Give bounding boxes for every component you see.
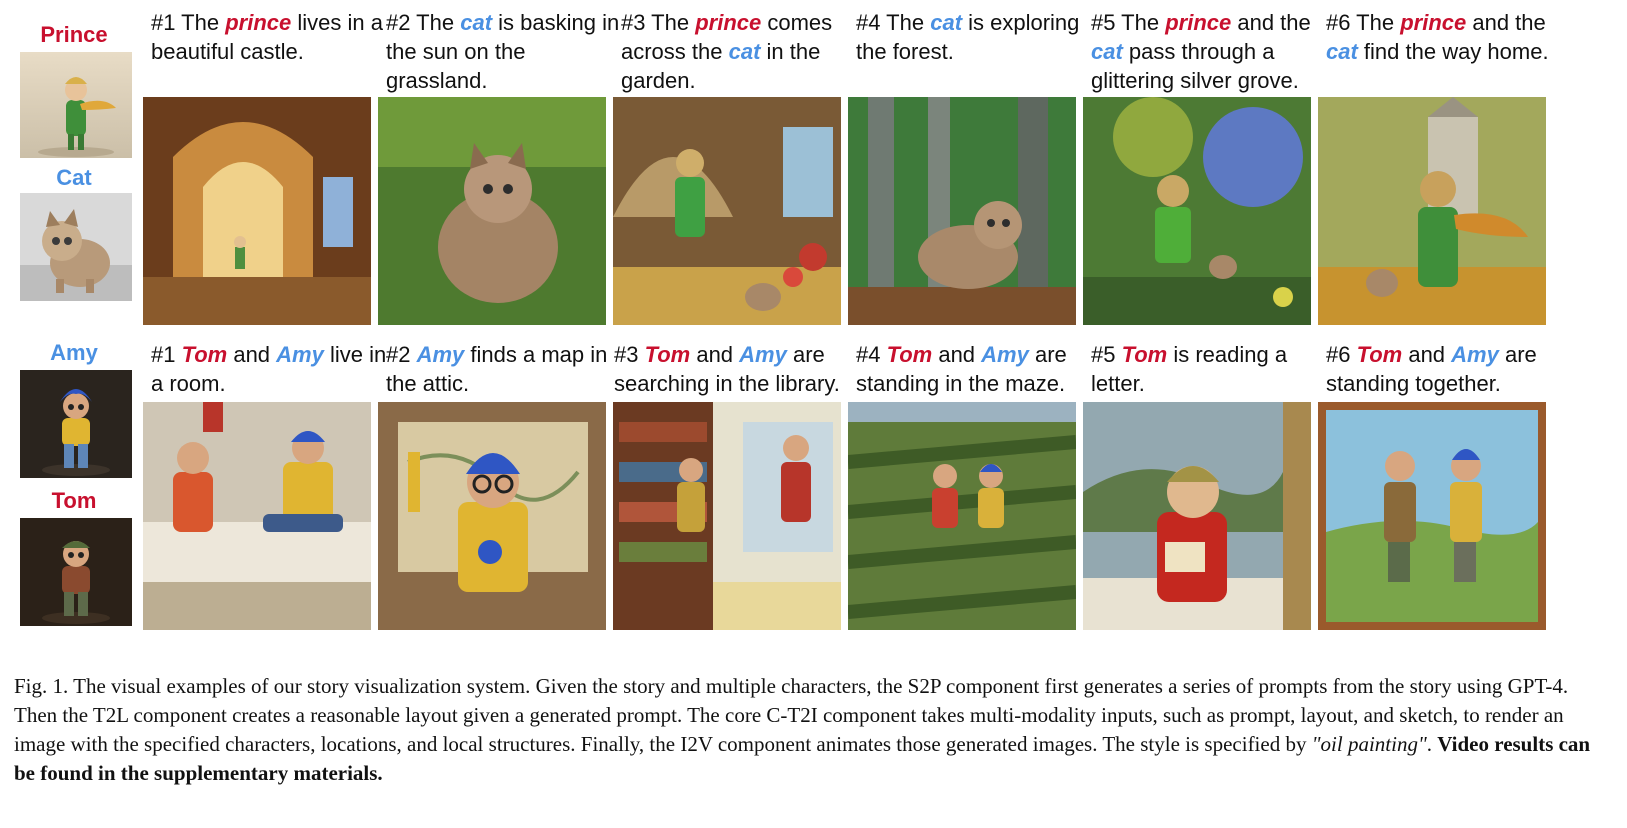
caption-text: find the way home. — [1357, 39, 1549, 64]
character-thumbnail-cat — [20, 193, 132, 301]
caption-text: #4 — [856, 342, 887, 367]
caption-highlight-word: Amy — [416, 342, 465, 367]
story-panel-image — [143, 97, 371, 325]
story-panel-image — [143, 402, 371, 630]
caption-highlight-word: Tom — [1121, 342, 1168, 367]
character-label-tom: Tom — [51, 488, 97, 513]
story-panel-image — [613, 97, 841, 325]
figure-caption-period: . — [1426, 732, 1438, 756]
caption-text: and — [227, 342, 277, 367]
story-panel-image — [848, 402, 1076, 630]
panel-caption: #5 The prince and the cat pass through a… — [1091, 8, 1327, 95]
caption-text: pass through a glittering silver grove. — [1091, 39, 1299, 93]
caption-highlight-word: Amy — [739, 342, 787, 367]
caption-text: #5 The — [1091, 10, 1166, 35]
story-panel-image — [1318, 97, 1546, 325]
caption-highlight-word: prince — [1400, 10, 1467, 35]
story-panel-image — [613, 402, 841, 630]
caption-text: #1 The — [151, 10, 226, 35]
story-panel-image — [1083, 97, 1311, 325]
caption-text: #3 The — [621, 10, 696, 35]
caption-text: #4 The — [856, 10, 931, 35]
caption-highlight-word: cat — [460, 10, 493, 35]
panel-caption: #4 Tom and Amy are standing in the maze. — [856, 340, 1092, 398]
caption-highlight-word: cat — [1326, 39, 1358, 64]
panel-caption: #2 Amy finds a map in the attic. — [386, 340, 622, 398]
caption-text: #6 The — [1326, 10, 1401, 35]
story-panel-image — [378, 97, 606, 325]
caption-text: #3 — [614, 342, 645, 367]
caption-text: and the — [1231, 10, 1317, 35]
caption-highlight-word: Tom — [644, 342, 691, 367]
caption-text: #2 — [386, 342, 417, 367]
panel-caption: #5 Tom is reading a letter. — [1091, 340, 1327, 398]
caption-highlight-word: Tom — [1356, 342, 1403, 367]
caption-highlight-word: cat — [1091, 39, 1123, 64]
panel-caption: #6 Tom and Amy are standing together. — [1326, 340, 1562, 398]
figure-caption: Fig. 1. The visual examples of our story… — [14, 672, 1614, 788]
panel-caption: #1 The prince lives in a beautiful castl… — [151, 8, 387, 66]
caption-highlight-word: cat — [930, 10, 963, 35]
character-label-cat: Cat — [56, 165, 92, 190]
caption-highlight-word: Amy — [981, 342, 1029, 367]
caption-text: and — [690, 342, 740, 367]
caption-text: #2 The — [386, 10, 461, 35]
caption-text: and the — [1466, 10, 1552, 35]
caption-text: #1 — [151, 342, 182, 367]
caption-highlight-word: prince — [225, 10, 292, 35]
caption-highlight-word: prince — [1165, 10, 1232, 35]
panel-caption: #3 The prince comes across the cat in th… — [621, 8, 857, 95]
panel-caption: #3 Tom and Amy are searching in the libr… — [614, 340, 850, 398]
story-panel-image — [848, 97, 1076, 325]
caption-highlight-word: Tom — [181, 342, 228, 367]
caption-text: and — [1402, 342, 1452, 367]
caption-highlight-word: Amy — [1451, 342, 1499, 367]
figure-caption-style: "oil painting" — [1311, 732, 1427, 756]
character-label-amy: Amy — [50, 340, 98, 365]
panel-caption: #1 Tom and Amy live in a room. — [151, 340, 387, 398]
character-label-prince: Prince — [40, 22, 108, 47]
panel-caption: #6 The prince and the cat find the way h… — [1326, 8, 1562, 66]
character-thumbnail-amy — [20, 370, 132, 478]
caption-highlight-word: Amy — [276, 342, 324, 367]
caption-text: #5 — [1091, 342, 1122, 367]
story-panel-image — [378, 402, 606, 630]
caption-text: and — [932, 342, 982, 367]
caption-highlight-word: prince — [695, 10, 762, 35]
character-thumbnail-prince — [20, 52, 132, 158]
caption-highlight-word: cat — [728, 39, 761, 64]
character-thumbnail-tom — [20, 518, 132, 626]
story-panel-image — [1083, 402, 1311, 630]
panel-caption: #4 The cat is exploring the forest. — [856, 8, 1092, 66]
caption-highlight-word: Tom — [886, 342, 933, 367]
panel-caption: #2 The cat is basking in the sun on the … — [386, 8, 622, 95]
story-panel-image — [1318, 402, 1546, 630]
caption-text: #6 — [1326, 342, 1357, 367]
